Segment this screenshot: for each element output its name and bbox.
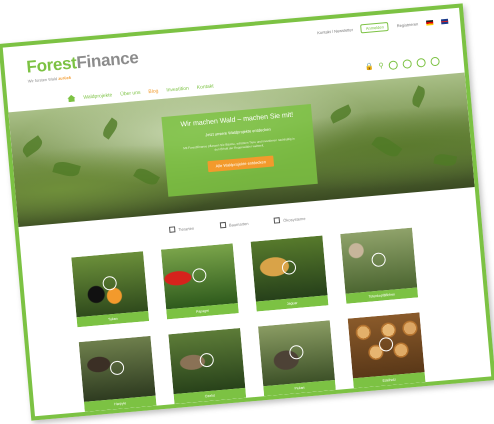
lock-icon[interactable]: 🔒	[365, 62, 374, 72]
card-papagei[interactable]: Papagei	[160, 243, 239, 320]
card-ozelot[interactable]: Ozelot	[168, 328, 247, 405]
hero-cta-button[interactable]: Alle Waldprojekte entdecken	[207, 155, 275, 173]
filter-baumarten[interactable]: Baumarten	[219, 220, 249, 229]
top-link-contact[interactable]: Kontakt / Newsletter	[317, 27, 353, 35]
tagline-text: Wir forsten Wald	[27, 76, 58, 84]
filter-tierarten[interactable]: Tierarten	[168, 225, 195, 233]
card-tukan[interactable]: Tukan	[71, 251, 150, 328]
filter-label: Tierarten	[178, 225, 195, 232]
filter-label: Baumarten	[228, 220, 249, 228]
nav-item-blog[interactable]: Blog	[148, 88, 159, 95]
nav-item-waldprojekte[interactable]: Waldprojekte	[83, 92, 112, 101]
card-edelholz[interactable]: Edelholz	[347, 312, 426, 389]
site-logo[interactable]: ForestFinance Wir forsten Wald zurück	[26, 48, 140, 84]
checkbox-icon[interactable]	[168, 226, 176, 233]
card-totenkopfaeffchen[interactable]: Totenkopfäffchen	[340, 227, 419, 304]
search-icon[interactable]: ⚲	[378, 62, 384, 71]
card-pekari[interactable]: Pekari	[258, 320, 336, 397]
nav-item-ueber-uns[interactable]: Über uns	[120, 89, 141, 97]
checkbox-icon[interactable]	[219, 221, 227, 229]
hero-overlay-box: Wir machen Wald – machen Sie mit! Jetzt …	[161, 104, 318, 197]
top-link-register[interactable]: Registrieren	[397, 21, 419, 28]
browser-page: ForestFinance Wir forsten Wald zurück Ko…	[0, 3, 494, 421]
filter-bar: Tierarten Baumarten Ökosysteme	[168, 215, 306, 233]
nav-item-kontakt[interactable]: Kontakt	[197, 83, 214, 90]
home-icon[interactable]	[67, 94, 76, 103]
flag-de-icon[interactable]	[426, 20, 434, 26]
logo-finance-text: Finance	[75, 47, 140, 73]
project-grid: Tukan Papagei Jaguar Totenkopfäffchen Ha…	[71, 227, 433, 412]
twitter-icon[interactable]	[402, 59, 413, 69]
checkbox-icon[interactable]	[274, 217, 281, 224]
filter-label: Ökosysteme	[283, 215, 306, 223]
card-harpyie[interactable]: Harpyie	[78, 335, 157, 412]
filter-oekosysteme[interactable]: Ökosysteme	[274, 215, 306, 224]
top-link-login[interactable]: Anmelden	[360, 21, 390, 34]
facebook-icon[interactable]	[388, 60, 399, 71]
flag-en-icon[interactable]	[440, 18, 449, 25]
mail-icon[interactable]	[430, 56, 440, 67]
top-links: Kontakt / Newsletter Anmelden Registrier…	[317, 17, 449, 37]
youtube-icon[interactable]	[416, 57, 427, 68]
nav-item-investition[interactable]: Investition	[166, 85, 189, 93]
logo-forest-text: Forest	[25, 53, 78, 77]
card-jaguar[interactable]: Jaguar	[250, 235, 329, 312]
hero-text: Mit ForestFinance pflanzen Sie Bäume, sc…	[183, 136, 295, 152]
tagline-accent: zurück	[57, 74, 72, 81]
